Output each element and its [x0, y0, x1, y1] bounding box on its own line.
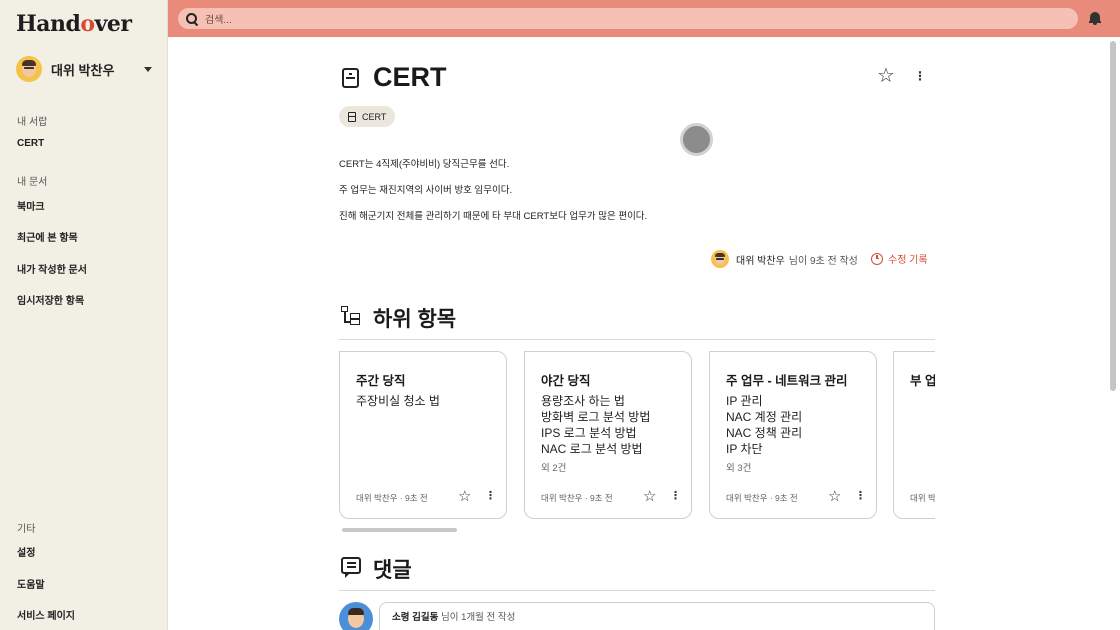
sidebar-item-my-docs[interactable]: 내가 작성한 문서 — [17, 261, 87, 276]
card-item: 방화벽 로그 분석 방법 — [541, 410, 651, 424]
avatar — [711, 250, 729, 268]
sidebar-item-bookmark[interactable]: 북마크 — [17, 198, 45, 213]
card-meta: 대위 박찬우 · 9초 전 — [356, 493, 428, 503]
more-icon[interactable]: ⋮ — [485, 491, 496, 502]
comment-author[interactable]: 소령 김길동 — [392, 612, 438, 623]
card-item: NAC 정책 관리 — [726, 426, 803, 440]
card-title: 부 업무 — [910, 374, 935, 388]
subitem-card[interactable]: 야간 당직 용량조사 하는 법 방화벽 로그 분석 방법 IPS 로그 분석 방… — [524, 351, 692, 519]
comment-item: 소령 김길동 님이 1개월 전 작성 — [379, 602, 935, 630]
document-icon — [342, 68, 359, 88]
scrollbar-thumb[interactable] — [1110, 41, 1116, 391]
more-icon[interactable]: ⋮ — [670, 491, 681, 502]
tag-label: CERT — [362, 111, 387, 122]
comment-icon — [341, 557, 361, 578]
sidebar: Handover 대위 박찬우 내 서랍 CERT 내 문서 북마크 최근에 본… — [0, 0, 168, 630]
card-item: IP 관리 — [726, 394, 763, 408]
card-item: NAC 계정 관리 — [726, 410, 803, 424]
history-label: 수정 기록 — [888, 255, 928, 266]
subitems-heading: 하위 항목 — [373, 308, 457, 331]
subitems-carousel: 주간 당직 주장비실 청소 법 대위 박찬우 · 9초 전 ☆ ⋮ 야간 당직 … — [339, 351, 935, 521]
search-input[interactable]: 검색... — [178, 8, 1078, 29]
comment-meta: 소령 김길동 님이 1개월 전 작성 — [392, 609, 515, 623]
search-placeholder: 검색... — [205, 15, 232, 26]
card-item: IP 차단 — [726, 442, 763, 456]
sidebar-item-settings[interactable]: 설정 — [17, 544, 35, 559]
docs-header: 내 문서 — [17, 177, 48, 188]
card-items: IP 관리 NAC 계정 관리 NAC 정책 관리 IP 차단 외 3건 — [726, 393, 802, 474]
divider — [339, 339, 935, 340]
card-more-count: 외 2건 — [541, 463, 567, 474]
card-meta: 대위 박찬우 · 9초 전 — [726, 493, 798, 503]
star-icon[interactable]: ☆ — [458, 489, 471, 504]
card-more-count: 외 3건 — [726, 463, 752, 474]
card-items: 용량조사 하는 법 방화벽 로그 분석 방법 IPS 로그 분석 방법 NAC … — [541, 393, 650, 474]
top-bar: 검색... — [168, 0, 1120, 37]
author-time: 님이 9초 전 작성 — [788, 255, 858, 267]
subitem-card[interactable]: 주 업무 - 네트워크 관리 IP 관리 NAC 계정 관리 NAC 정책 관리… — [709, 351, 877, 519]
avatar — [16, 56, 42, 82]
sidebar-item-drafts[interactable]: 임시저장한 항목 — [17, 292, 84, 307]
sidebar-item-service[interactable]: 서비스 페이지 — [17, 607, 75, 622]
cursor-indicator — [680, 123, 713, 156]
bell-icon[interactable] — [1089, 12, 1101, 25]
card-item: IPS 로그 분석 방법 — [541, 426, 637, 440]
app-logo[interactable]: Handover — [16, 11, 132, 37]
more-options-button[interactable]: ⋮ — [914, 70, 926, 82]
comment-time: 님이 1개월 전 작성 — [440, 612, 516, 623]
edit-history-button[interactable]: 수정 기록 — [871, 251, 928, 266]
more-icon[interactable]: ⋮ — [855, 491, 866, 502]
tree-icon — [341, 306, 361, 326]
history-icon — [871, 252, 883, 265]
card-title: 주 업무 - 네트워크 관리 — [726, 374, 848, 388]
divider — [339, 590, 935, 591]
tag-chip[interactable]: CERT — [339, 106, 396, 127]
comments-heading: 댓글 — [373, 559, 412, 582]
sidebar-item-help[interactable]: 도움말 — [17, 576, 45, 591]
document-icon — [348, 111, 356, 122]
carousel-scrollbar[interactable] — [342, 528, 457, 532]
user-menu[interactable]: 대위 박찬우 — [16, 56, 152, 82]
card-item: 용량조사 하는 법 — [541, 394, 625, 408]
card-item: NAC 로그 분석 방법 — [541, 442, 643, 456]
shelf-header: 내 서랍 — [17, 117, 48, 128]
star-icon[interactable]: ☆ — [828, 489, 841, 504]
card-meta: 대위 박찬우 · 9초 전 — [541, 493, 613, 503]
sidebar-item-cert[interactable]: CERT — [17, 138, 44, 149]
card-items: 주장비실 청소 법 — [356, 393, 440, 409]
user-name: 대위 박찬우 — [51, 62, 115, 78]
caret-down-icon[interactable] — [144, 66, 152, 72]
paragraph: 주 업무는 재진지역의 사이버 방호 임무이다. — [339, 185, 513, 196]
paragraph: CERT는 4직제(주야비비) 당직근무를 선다. — [339, 159, 510, 170]
avatar — [339, 602, 373, 630]
page-title: CERT — [373, 62, 447, 92]
subitem-card[interactable]: 주간 당직 주장비실 청소 법 대위 박찬우 · 9초 전 ☆ ⋮ — [339, 351, 507, 519]
etc-header: 기타 — [17, 524, 36, 535]
card-item: 주장비실 청소 법 — [356, 394, 440, 408]
card-title: 야간 당직 — [541, 374, 591, 388]
bookmark-star-button[interactable]: ☆ — [877, 66, 895, 86]
card-title: 주간 당직 — [356, 374, 406, 388]
author-line: 대위 박찬우 님이 9초 전 작성 — [711, 250, 858, 268]
search-icon — [186, 12, 198, 25]
star-icon[interactable]: ☆ — [643, 489, 656, 504]
card-meta: 대위 박찬우 — [910, 493, 935, 503]
vertical-scrollbar[interactable] — [1106, 37, 1120, 630]
sidebar-item-recent[interactable]: 최근에 본 항목 — [17, 229, 78, 244]
author-name[interactable]: 대위 박찬우 — [736, 252, 785, 267]
paragraph: 진해 해군기지 전체를 관리하기 때문에 타 부대 CERT보다 업무가 많은 … — [339, 211, 648, 222]
subitem-card[interactable]: 부 업무 대위 박찬우 — [893, 351, 935, 519]
